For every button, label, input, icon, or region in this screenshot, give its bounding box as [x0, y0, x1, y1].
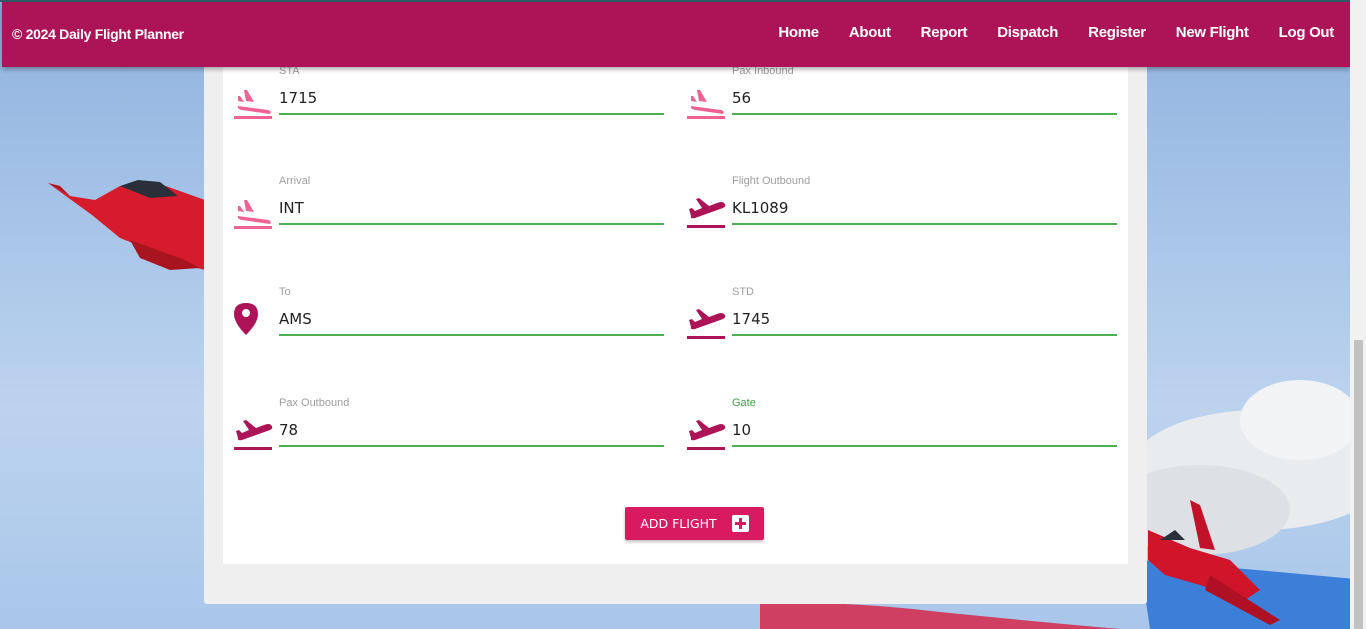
to-label: To: [279, 286, 291, 298]
to-field: To: [234, 281, 669, 361]
pax-inbound-field: Pax Inbound: [687, 60, 1122, 140]
form-container: STA Pax Inbound Arrival Fli: [204, 40, 1147, 604]
flight-takeoff-icon: [687, 198, 726, 228]
arrival-input[interactable]: [279, 193, 664, 225]
add-flight-button-label: ADD FLIGHT: [640, 516, 717, 531]
flight-takeoff-icon: [687, 420, 726, 450]
sta-field: STA: [234, 60, 669, 140]
flight-land-icon: [234, 200, 272, 229]
add-flight-button[interactable]: ADD FLIGHT: [625, 507, 764, 540]
arrival-field: Arrival: [234, 170, 669, 250]
nav-link-about[interactable]: About: [849, 24, 891, 41]
to-input[interactable]: [279, 304, 664, 336]
flight-outbound-input[interactable]: [732, 193, 1117, 225]
nav-link-dispatch[interactable]: Dispatch: [997, 24, 1058, 41]
top-navbar: © 2024 Daily Flight Planner Home About R…: [2, 2, 1350, 67]
brand-copyright: © 2024 Daily Flight Planner: [12, 26, 184, 42]
std-input[interactable]: [732, 304, 1117, 336]
flight-takeoff-icon: [234, 420, 273, 450]
flight-outbound-field: Flight Outbound: [687, 170, 1122, 250]
nav-link-new-flight[interactable]: New Flight: [1176, 24, 1249, 41]
gate-field: Gate: [687, 392, 1122, 472]
nav-link-register[interactable]: Register: [1088, 24, 1146, 41]
std-label: STD: [732, 286, 754, 298]
flight-form-card: STA Pax Inbound Arrival Fli: [223, 40, 1128, 564]
flight-land-icon: [687, 90, 725, 119]
pax-outbound-input[interactable]: [279, 415, 664, 447]
flight-takeoff-icon: [687, 309, 726, 339]
flight-land-icon: [234, 90, 272, 119]
sta-input[interactable]: [279, 83, 664, 115]
nav-link-report[interactable]: Report: [921, 24, 968, 41]
gate-label: Gate: [732, 397, 756, 409]
page-scrollbar[interactable]: [1350, 0, 1366, 629]
flight-outbound-label: Flight Outbound: [732, 175, 811, 187]
gate-input[interactable]: [732, 415, 1117, 447]
nav-link-home[interactable]: Home: [778, 24, 819, 41]
plus-box-icon: [731, 515, 749, 532]
nav-links: Home About Report Dispatch Register New …: [748, 24, 1334, 41]
pax-inbound-input[interactable]: [732, 83, 1117, 115]
nav-link-log-out[interactable]: Log Out: [1279, 24, 1335, 41]
pax-outbound-field: Pax Outbound: [234, 392, 669, 472]
scrollbar-thumb[interactable]: [1354, 340, 1363, 629]
location-pin-icon: [234, 303, 258, 335]
arrival-label: Arrival: [279, 175, 311, 187]
std-field: STD: [687, 281, 1122, 361]
jet-left-image: [48, 180, 205, 270]
pax-outbound-label: Pax Outbound: [279, 397, 350, 409]
